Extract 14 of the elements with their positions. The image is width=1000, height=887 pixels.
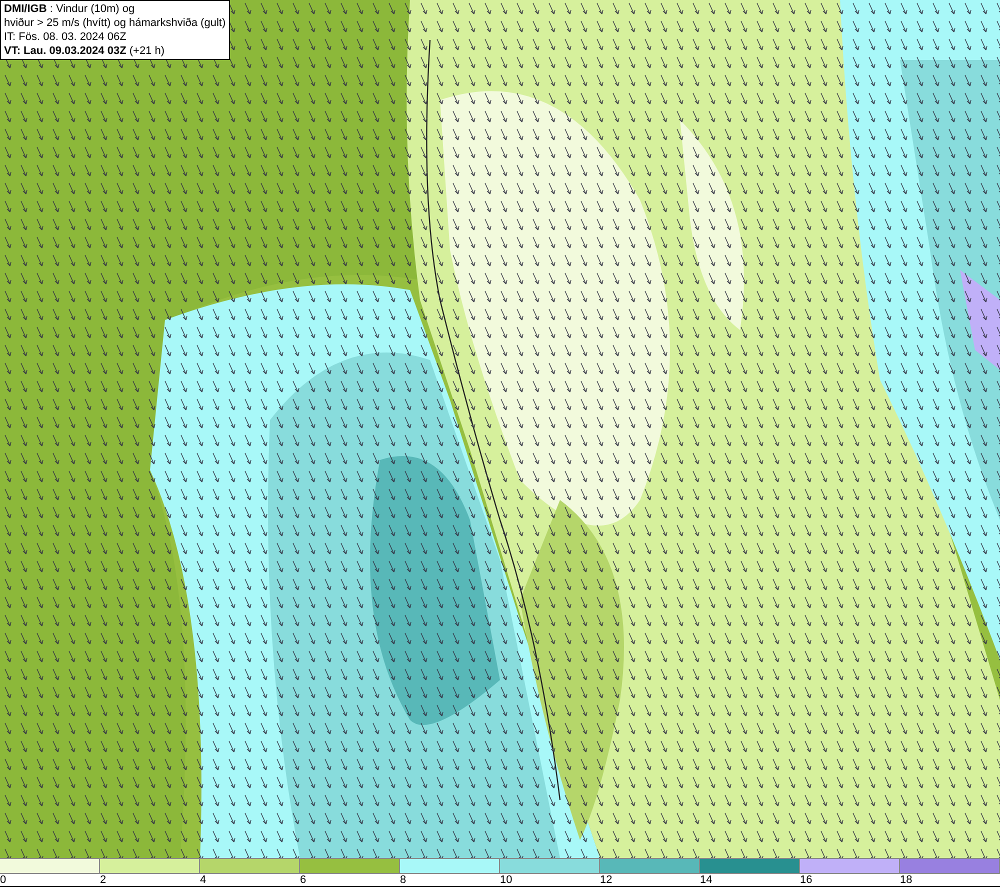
title-line: IT: Fös. 08. 03. 2024 06Z xyxy=(4,30,128,44)
legend-label: 0 xyxy=(0,874,6,886)
title-line: hviður > 25 m/s (hvítt) og hámarkshviða (gult) xyxy=(4,16,226,30)
title-line: DMI/IGB : Vindur (10m) og xyxy=(4,2,136,16)
legend-label: 8 xyxy=(400,874,406,886)
legend-label: 16 xyxy=(800,874,812,886)
legend-label: 12 xyxy=(600,874,612,886)
legend-label: 4 xyxy=(200,874,206,886)
legend-label: 14 xyxy=(700,874,712,886)
legend-label: 6 xyxy=(300,874,306,886)
legend-label: 18 xyxy=(900,874,912,886)
title-line: VT: Lau. 09.03.2024 03Z (+21 h) xyxy=(4,44,166,58)
legend-label: 10 xyxy=(500,874,512,886)
legend-label: 2 xyxy=(100,874,106,886)
